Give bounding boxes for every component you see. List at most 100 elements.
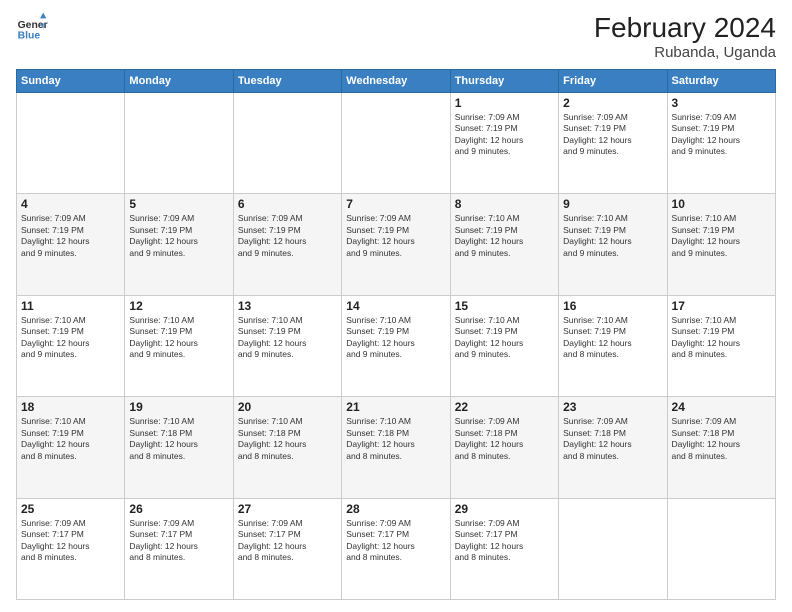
page-title: February 2024 [594,12,776,44]
svg-text:Blue: Blue [18,30,41,41]
day-info: Sunrise: 7:10 AM Sunset: 7:19 PM Dayligh… [563,315,662,361]
day-number: 7 [346,197,445,211]
calendar-cell: 14Sunrise: 7:10 AM Sunset: 7:19 PM Dayli… [342,295,450,396]
day-number: 2 [563,96,662,110]
day-number: 26 [129,502,228,516]
calendar-cell: 29 Sunrise: 7:09 AM Sunset: 7:17 PM Dayli… [450,498,558,599]
day-number: 13 [238,299,337,313]
day-info: Sunrise: 7:10 AM Sunset: 7:18 PM Dayligh… [238,416,337,462]
calendar-header-row: SundayMondayTuesdayWednesdayThursdayFrid… [17,70,776,93]
calendar-cell: 1 Sunrise: 7:09 AM Sunset: 7:19 PM Daylig… [450,93,558,194]
calendar-cell [17,93,125,194]
day-info: Sunrise: 7:10 AM Sunset: 7:19 PM Dayligh… [21,315,120,361]
logo-icon: General Blue [16,12,48,44]
day-number: 4 [21,197,120,211]
day-info: Sunrise: 7:10 AM Sunset: 7:19 PM Dayligh… [563,213,662,259]
page-subtitle: Rubanda, Uganda [594,44,776,61]
calendar-day-header: Thursday [450,70,558,93]
day-info: Sunrise: 7:09 AM Sunset: 7:19 PM Dayligh… [563,112,662,158]
calendar-cell: 18 Sunrise: 7:10 AM Sunset: 7:19 PM Dayli… [17,397,125,498]
calendar-cell: 3Sunrise: 7:09 AM Sunset: 7:19 PM Daylig… [667,93,775,194]
calendar-cell [667,498,775,599]
day-number: 9 [563,197,662,211]
day-number: 21 [346,400,445,414]
day-info: Sunrise: 7:09 AM Sunset: 7:18 PM Dayligh… [563,416,662,462]
day-number: 25 [21,502,120,516]
calendar-day-header: Sunday [17,70,125,93]
calendar-cell: 26 Sunrise: 7:09 AM Sunset: 7:17 PM Dayli… [125,498,233,599]
day-number: 18 [21,400,120,414]
calendar-table: SundayMondayTuesdayWednesdayThursdayFrid… [16,69,776,600]
day-number: 22 [455,400,554,414]
calendar-cell: 5 Sunrise: 7:09 AM Sunset: 7:19 PM Daylig… [125,194,233,295]
calendar-cell: 13 Sunrise: 7:10 AM Sunset: 7:19 PM Dayli… [233,295,341,396]
calendar-cell [342,93,450,194]
calendar-week-row: 1 Sunrise: 7:09 AM Sunset: 7:19 PM Daylig… [17,93,776,194]
calendar-week-row: 18 Sunrise: 7:10 AM Sunset: 7:19 PM Dayli… [17,397,776,498]
calendar-day-header: Saturday [667,70,775,93]
day-info: Sunrise: 7:09 AM Sunset: 7:17 PM Dayligh… [129,518,228,564]
day-number: 5 [129,197,228,211]
day-info: Sunrise: 7:09 AM Sunset: 7:19 PM Dayligh… [238,213,337,259]
calendar-cell: 4 Sunrise: 7:09 AM Sunset: 7:19 PM Daylig… [17,194,125,295]
calendar-cell: 6 Sunrise: 7:09 AM Sunset: 7:19 PM Daylig… [233,194,341,295]
day-info: Sunrise: 7:10 AM Sunset: 7:18 PM Dayligh… [346,416,445,462]
day-info: Sunrise: 7:09 AM Sunset: 7:17 PM Dayligh… [346,518,445,564]
calendar-cell: 16 Sunrise: 7:10 AM Sunset: 7:19 PM Dayli… [559,295,667,396]
day-info: Sunrise: 7:09 AM Sunset: 7:18 PM Dayligh… [672,416,771,462]
calendar-cell: 8 Sunrise: 7:10 AM Sunset: 7:19 PM Daylig… [450,194,558,295]
day-info: Sunrise: 7:10 AM Sunset: 7:19 PM Dayligh… [455,213,554,259]
day-info: Sunrise: 7:10 AM Sunset: 7:19 PM Dayligh… [129,315,228,361]
calendar-cell [233,93,341,194]
day-number: 23 [563,400,662,414]
day-number: 15 [455,299,554,313]
day-number: 6 [238,197,337,211]
day-info: Sunrise: 7:09 AM Sunset: 7:18 PM Dayligh… [455,416,554,462]
day-number: 3 [672,96,771,110]
day-number: 8 [455,197,554,211]
calendar-cell: 28Sunrise: 7:09 AM Sunset: 7:17 PM Dayli… [342,498,450,599]
day-info: Sunrise: 7:10 AM Sunset: 7:19 PM Dayligh… [238,315,337,361]
day-info: Sunrise: 7:10 AM Sunset: 7:18 PM Dayligh… [129,416,228,462]
day-number: 19 [129,400,228,414]
calendar-cell: 23 Sunrise: 7:09 AM Sunset: 7:18 PM Dayli… [559,397,667,498]
calendar-week-row: 25 Sunrise: 7:09 AM Sunset: 7:17 PM Dayli… [17,498,776,599]
calendar-week-row: 4 Sunrise: 7:09 AM Sunset: 7:19 PM Daylig… [17,194,776,295]
logo: General Blue [16,12,48,44]
calendar-cell: 22 Sunrise: 7:09 AM Sunset: 7:18 PM Dayli… [450,397,558,498]
day-number: 27 [238,502,337,516]
calendar-day-header: Monday [125,70,233,93]
calendar-cell: 7Sunrise: 7:09 AM Sunset: 7:19 PM Daylig… [342,194,450,295]
calendar-cell: 17 Sunrise: 7:10 AM Sunset: 7:19 PM Dayli… [667,295,775,396]
calendar-day-header: Tuesday [233,70,341,93]
day-info: Sunrise: 7:09 AM Sunset: 7:17 PM Dayligh… [455,518,554,564]
day-info: Sunrise: 7:09 AM Sunset: 7:17 PM Dayligh… [21,518,120,564]
calendar-cell: 19 Sunrise: 7:10 AM Sunset: 7:18 PM Dayli… [125,397,233,498]
calendar-cell: 27 Sunrise: 7:09 AM Sunset: 7:17 PM Dayli… [233,498,341,599]
day-info: Sunrise: 7:09 AM Sunset: 7:19 PM Dayligh… [129,213,228,259]
day-number: 12 [129,299,228,313]
day-number: 29 [455,502,554,516]
calendar-cell: 21 Sunrise: 7:10 AM Sunset: 7:18 PM Dayli… [342,397,450,498]
calendar-cell: 9 Sunrise: 7:10 AM Sunset: 7:19 PM Daylig… [559,194,667,295]
calendar-cell: 20Sunrise: 7:10 AM Sunset: 7:18 PM Dayli… [233,397,341,498]
calendar-cell: 24 Sunrise: 7:09 AM Sunset: 7:18 PM Dayli… [667,397,775,498]
day-number: 17 [672,299,771,313]
day-info: Sunrise: 7:10 AM Sunset: 7:19 PM Dayligh… [455,315,554,361]
day-info: Sunrise: 7:10 AM Sunset: 7:19 PM Dayligh… [21,416,120,462]
page: General Blue February 2024 Rubanda, Ugan… [0,0,792,612]
day-number: 1 [455,96,554,110]
day-info: Sunrise: 7:10 AM Sunset: 7:19 PM Dayligh… [346,315,445,361]
day-number: 11 [21,299,120,313]
calendar-week-row: 11 Sunrise: 7:10 AM Sunset: 7:19 PM Dayli… [17,295,776,396]
day-info: Sunrise: 7:10 AM Sunset: 7:19 PM Dayligh… [672,213,771,259]
day-info: Sunrise: 7:09 AM Sunset: 7:19 PM Dayligh… [21,213,120,259]
day-number: 16 [563,299,662,313]
day-info: Sunrise: 7:10 AM Sunset: 7:19 PM Dayligh… [672,315,771,361]
day-info: Sunrise: 7:09 AM Sunset: 7:19 PM Dayligh… [455,112,554,158]
day-info: Sunrise: 7:09 AM Sunset: 7:17 PM Dayligh… [238,518,337,564]
header: General Blue February 2024 Rubanda, Ugan… [16,12,776,61]
calendar-day-header: Friday [559,70,667,93]
day-number: 10 [672,197,771,211]
day-number: 24 [672,400,771,414]
